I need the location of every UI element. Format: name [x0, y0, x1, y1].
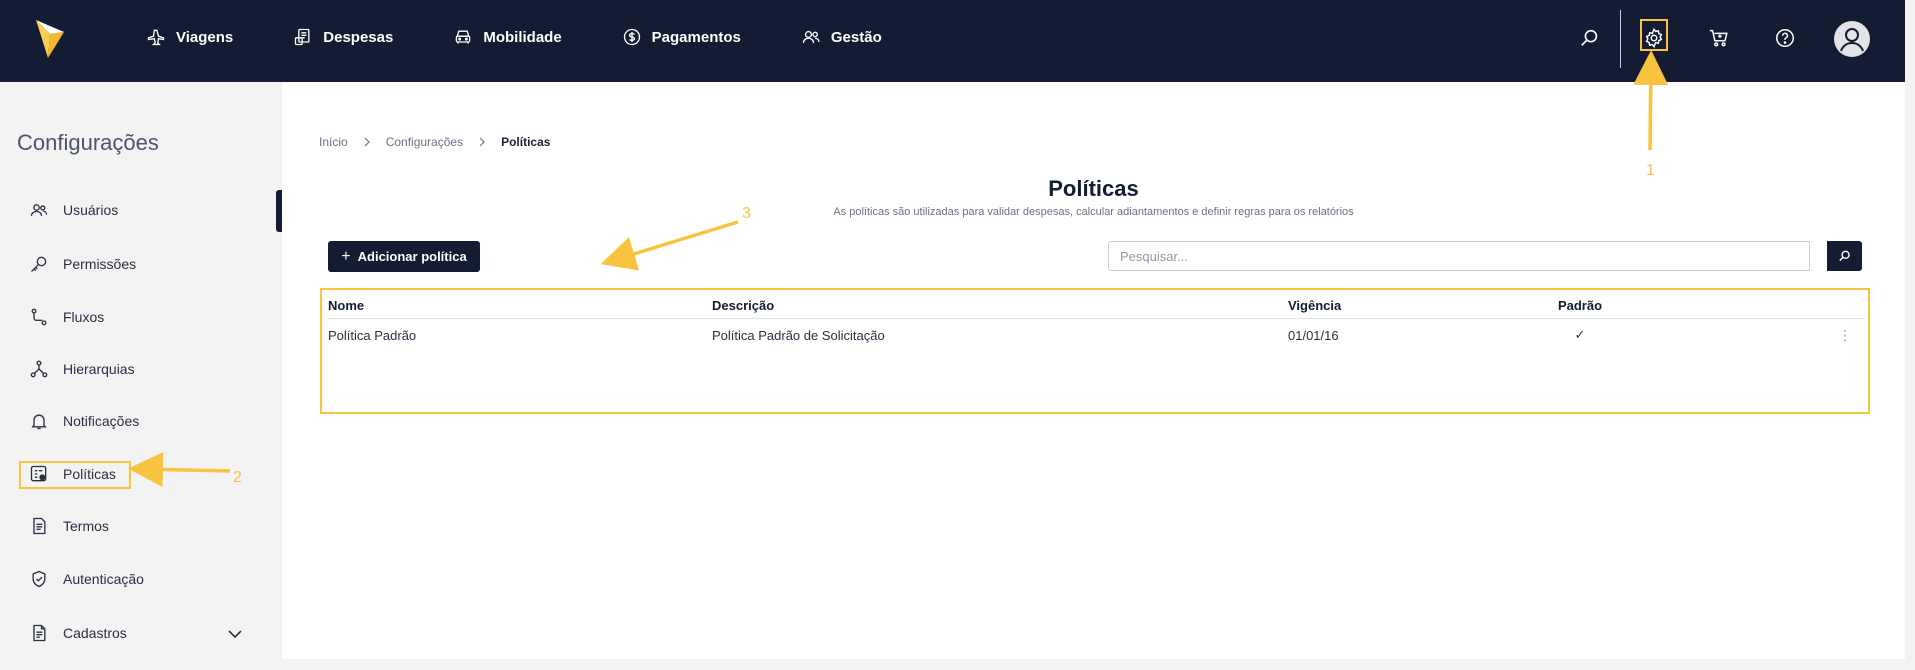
file-icon	[33, 624, 46, 642]
sidebar-item-label: Notificações	[63, 413, 140, 429]
nav-item-viagens[interactable]: Viagens	[146, 24, 233, 50]
search-submit-button[interactable]	[1827, 241, 1862, 271]
breadcrumb-configuracoes[interactable]: Configurações	[386, 135, 463, 149]
nav-item-gestao[interactable]: Gestão	[801, 24, 882, 50]
main-nav: Viagens Despesas Mobilidade Pagamentos G…	[146, 24, 942, 50]
chevron-down-icon[interactable]	[226, 625, 244, 643]
sidebar-item-label: Fluxos	[63, 309, 105, 325]
annotation-highlight-settings	[1640, 19, 1668, 51]
chevron-right-icon	[364, 137, 370, 147]
add-policy-label: Adicionar política	[357, 249, 467, 264]
breadcrumb-current: Políticas	[501, 135, 551, 149]
top-navbar: Viagens Despesas Mobilidade Pagamentos G…	[0, 0, 1905, 82]
nav-label: Viagens	[176, 28, 234, 46]
hierarchy-icon	[30, 360, 48, 378]
flow-icon	[31, 308, 47, 326]
sidebar-title: Configurações	[17, 130, 159, 155]
sidebar-item-autenticacao[interactable]: Autenticação	[29, 567, 144, 591]
sidebar-item-label: Autenticação	[63, 571, 144, 587]
page-subtitle: As políticas são utilizadas para validar…	[833, 206, 1354, 218]
cart-button[interactable]	[1703, 22, 1735, 54]
add-policy-button[interactable]: + Adicionar política	[328, 241, 480, 272]
help-button[interactable]	[1769, 22, 1801, 54]
receipt-icon	[295, 28, 310, 46]
document-icon	[33, 517, 46, 535]
airplane-icon	[147, 29, 165, 46]
nav-label: Gestão	[830, 28, 882, 46]
people-icon	[802, 30, 820, 43]
nav-item-mobilidade[interactable]: Mobilidade	[453, 24, 562, 50]
page-gutter	[1905, 0, 1915, 670]
search-input[interactable]	[1108, 241, 1810, 271]
nav-label: Pagamentos	[651, 28, 741, 46]
nav-item-pagamentos[interactable]: Pagamentos	[622, 24, 741, 50]
cart-icon	[1709, 29, 1728, 47]
chevron-right-icon	[479, 137, 485, 147]
sidebar-item-termos[interactable]: Termos	[29, 514, 109, 538]
users-icon	[30, 204, 48, 216]
nav-label: Mobilidade	[483, 28, 562, 46]
breadcrumb-inicio[interactable]: Início	[319, 135, 348, 149]
sidebar-item-permissoes[interactable]: Permissões	[29, 252, 136, 276]
plus-icon: +	[341, 247, 351, 265]
user-avatar-icon	[1840, 28, 1864, 52]
sidebar-item-label: Cadastros	[63, 625, 127, 641]
key-icon	[31, 256, 47, 272]
search-icon	[1581, 29, 1598, 46]
annotation-highlight-table	[320, 288, 1870, 414]
sidebar-item-label: Termos	[63, 518, 109, 534]
annotation-number-1: 1	[1646, 162, 1655, 179]
breadcrumb: Início Configurações Políticas	[319, 135, 550, 149]
toolbar-divider	[1620, 10, 1621, 68]
sidebar-item-label: Permissões	[63, 256, 137, 272]
car-icon	[455, 30, 471, 44]
search-icon	[1838, 250, 1850, 262]
sidebar-item-label: Hierarquias	[63, 361, 135, 377]
avatar[interactable]	[1834, 21, 1870, 57]
sidebar-item-fluxos[interactable]: Fluxos	[29, 305, 104, 329]
brand-logo-icon[interactable]	[34, 18, 66, 60]
nav-label: Despesas	[323, 28, 394, 46]
help-icon	[1776, 29, 1794, 47]
sidebar-item-label: Usuários	[63, 202, 119, 218]
search-button[interactable]	[1574, 22, 1606, 54]
page-title: Políticas	[1048, 176, 1139, 201]
shield-icon	[32, 570, 46, 588]
annotation-highlight-politicas	[19, 461, 131, 489]
sidebar-item-hierarquias[interactable]: Hierarquias	[29, 357, 135, 381]
sidebar-item-usuarios[interactable]: Usuários	[29, 198, 118, 222]
dollar-icon	[623, 28, 640, 46]
nav-item-despesas[interactable]: Despesas	[293, 24, 393, 50]
settings-sidebar: Configurações Usuários Permissões Fluxos…	[0, 82, 282, 670]
sidebar-item-cadastros[interactable]: Cadastros	[29, 621, 127, 645]
annotation-number-2: 2	[233, 469, 242, 486]
bell-icon	[31, 414, 47, 430]
sidebar-item-notificacoes[interactable]: Notificações	[29, 409, 139, 433]
annotation-number-3: 3	[742, 205, 751, 222]
